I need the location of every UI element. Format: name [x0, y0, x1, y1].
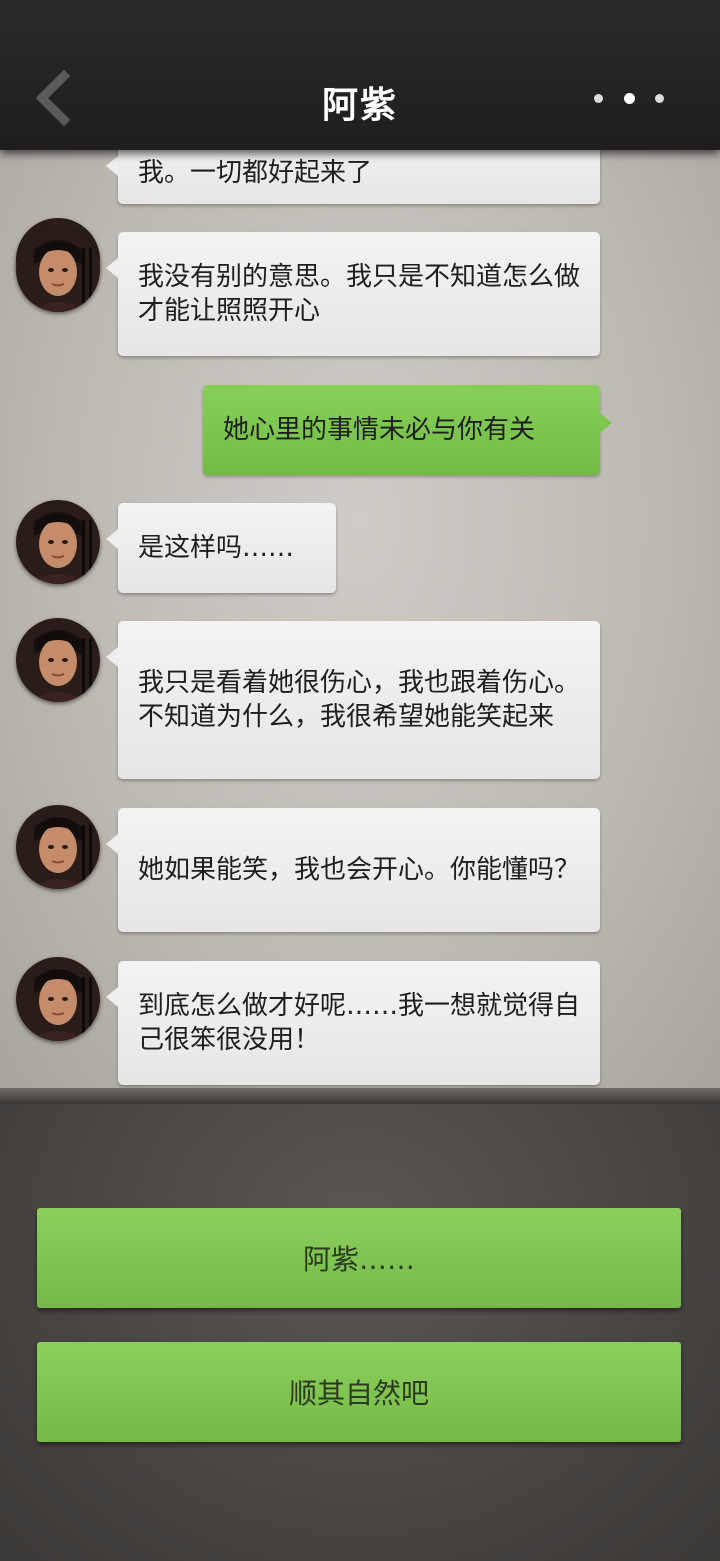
message-bubble-incoming: 她如果能笑，我也会开心。你能懂吗？	[106, 808, 600, 932]
message-bubble-outgoing: 她心里的事情未必与你有关	[203, 385, 612, 475]
contact-avatar[interactable]	[16, 957, 100, 1041]
more-dots-icon	[623, 92, 635, 104]
reply-choice-button[interactable]: 阿紫……	[37, 1208, 681, 1308]
more-dots-icon	[655, 93, 664, 103]
reply-choice-button[interactable]: 顺其自然吧	[37, 1342, 681, 1442]
contact-avatar[interactable]	[16, 500, 100, 584]
message-text: 我只是看着她很伤心，我也跟着伤心。不知道为什么，我很希望她能笑起来	[138, 668, 581, 732]
message-bubble-incoming: 我只是看着她很伤心，我也跟着伤心。不知道为什么，我很希望她能笑起来	[106, 621, 600, 779]
top-bar: 阿紫	[0, 0, 720, 150]
app-root: 我。一切都好起来了 我没有别的意思。我只是不知道怎么做才能让照照开心 她心里的事…	[0, 0, 720, 1561]
more-options-button[interactable]	[594, 88, 664, 108]
message-text: 她心里的事情未必与你有关	[223, 415, 536, 445]
message-bubble-incoming: 我没有别的意思。我只是不知道怎么做才能让照照开心	[106, 232, 600, 356]
paper-torn-edge	[0, 1088, 720, 1104]
message-text: 是这样吗……	[138, 533, 295, 563]
contact-avatar[interactable]	[16, 618, 100, 702]
message-bubble-incoming: 是这样吗……	[106, 503, 336, 593]
message-text: 我。一切都好起来了	[138, 158, 373, 188]
chat-panel[interactable]: 我。一切都好起来了 我没有别的意思。我只是不知道怎么做才能让照照开心 她心里的事…	[0, 140, 720, 1095]
contact-avatar[interactable]	[16, 805, 100, 889]
message-text: 我没有别的意思。我只是不知道怎么做才能让照照开心	[138, 262, 581, 326]
message-text: 到底怎么做才好呢……我一想就觉得自己很笨很没用！	[138, 991, 581, 1055]
more-dots-icon	[594, 93, 603, 103]
contact-avatar[interactable]	[16, 228, 100, 312]
reply-choices-panel: 阿紫…… 顺其自然吧	[0, 1100, 720, 1561]
message-bubble-incoming: 到底怎么做才好呢……我一想就觉得自己很笨很没用！	[106, 961, 600, 1085]
message-text: 她如果能笑，我也会开心。你能懂吗？	[138, 855, 581, 885]
